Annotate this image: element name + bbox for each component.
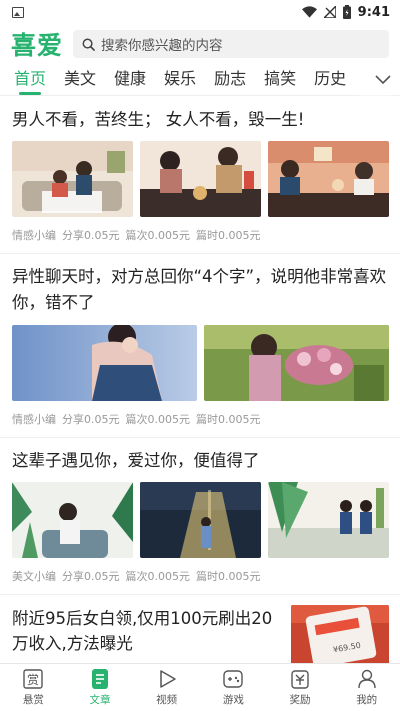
article-images bbox=[12, 141, 389, 217]
article-image-girl-plants bbox=[12, 482, 133, 558]
article-image-girl-blue bbox=[12, 325, 197, 401]
article-image-couple-couch bbox=[12, 141, 133, 217]
meta-author: 美文小编 bbox=[12, 570, 56, 583]
tab-inspiration[interactable]: 励志 bbox=[214, 64, 246, 96]
meta-time-reward: 篇时0.005元 bbox=[196, 229, 261, 242]
meta-author: 情感小编 bbox=[12, 413, 56, 426]
status-time: 9:41 bbox=[357, 4, 390, 20]
nav-label: 文章 bbox=[89, 694, 111, 706]
nav-reward[interactable]: 赏 悬赏 bbox=[0, 664, 67, 711]
bottom-nav: 赏 悬赏 文章 视频 游戏 奖励 我的 bbox=[0, 663, 400, 711]
article-icon bbox=[92, 669, 108, 689]
article-image-night-street bbox=[140, 482, 261, 558]
meta-share-reward: 分享0.05元 bbox=[62, 413, 120, 426]
article-image-flowers bbox=[204, 325, 389, 401]
article-feed: 男人不看，苦终生； 女人不看，毁一生! 情感小编 分享0.05元 篇次0.005… bbox=[0, 97, 400, 663]
meta-time-reward: 篇时0.005元 bbox=[196, 413, 261, 426]
article-image-family-dinner bbox=[268, 141, 389, 217]
play-icon bbox=[159, 670, 176, 688]
article-title: 男人不看，苦终生； 女人不看，毁一生! bbox=[12, 110, 305, 129]
article-card[interactable]: 男人不看，苦终生； 女人不看，毁一生! 情感小编 分享0.05元 篇次0.005… bbox=[0, 97, 400, 254]
user-icon bbox=[357, 669, 376, 689]
chevron-down-icon bbox=[375, 74, 391, 84]
meta-share-reward: 分享0.05元 bbox=[62, 229, 120, 242]
app-header: 喜爱 搜索你感兴趣的内容 bbox=[0, 24, 400, 64]
app-logo: 喜爱 bbox=[11, 31, 64, 60]
category-tabs: 首页 美文 健康 娱乐 励志 搞笑 历史 星 bbox=[0, 64, 400, 96]
article-title: 附近95后女白领,仅用100元刷出20万收入,方法曝光 bbox=[12, 609, 273, 653]
article-image-couple-garden bbox=[268, 482, 389, 558]
svg-text:赏: 赏 bbox=[27, 673, 39, 687]
nav-video[interactable]: 视频 bbox=[133, 664, 200, 711]
article-thumbnail-phone: ¥69.50 bbox=[291, 605, 389, 663]
nav-label: 悬赏 bbox=[22, 694, 44, 706]
article-meta: 情感小编 分享0.05元 篇次0.005元 篇时0.005元 bbox=[12, 217, 389, 253]
gift-icon bbox=[291, 670, 309, 689]
gamepad-icon bbox=[223, 670, 244, 688]
expand-tabs-button[interactable] bbox=[366, 64, 400, 95]
article-meta: 情感小编 分享0.05元 篇次0.005元 篇时0.005元 bbox=[12, 401, 389, 437]
meta-read-reward: 篇次0.005元 bbox=[125, 413, 191, 426]
nav-label: 视频 bbox=[156, 694, 178, 706]
nav-profile[interactable]: 我的 bbox=[333, 664, 400, 711]
status-right: 9:41 bbox=[301, 4, 390, 20]
tab-essays[interactable]: 美文 bbox=[64, 64, 96, 96]
nav-article[interactable]: 文章 bbox=[67, 664, 134, 711]
nav-label: 我的 bbox=[356, 694, 378, 706]
tab-home[interactable]: 首页 bbox=[14, 64, 46, 96]
nav-label: 奖励 bbox=[289, 694, 311, 706]
battery-icon bbox=[342, 5, 351, 19]
meta-share-reward: 分享0.05元 bbox=[62, 570, 120, 583]
nav-label: 游戏 bbox=[222, 694, 244, 706]
wifi-icon bbox=[301, 6, 317, 18]
ad-article-card[interactable]: 附近95后女白领,仅用100元刷出20万收入,方法曝光 ¥69.50 bbox=[0, 595, 400, 663]
meta-author: 情感小编 bbox=[12, 229, 56, 242]
search-icon bbox=[82, 38, 95, 51]
meta-read-reward: 篇次0.005元 bbox=[125, 570, 191, 583]
article-image-couple-eating bbox=[140, 141, 261, 217]
meta-time-reward: 篇时0.005元 bbox=[196, 570, 261, 583]
article-meta: 美文小编 分享0.05元 篇次0.005元 篇时0.005元 bbox=[12, 558, 389, 594]
no-signal-icon bbox=[323, 6, 336, 18]
image-notification-icon bbox=[12, 6, 24, 18]
article-card[interactable]: 这辈子遇见你，爱过你，便值得了 美文小编 分享0.05元 篇次0.005元 篇时… bbox=[0, 438, 400, 595]
article-title: 异性聊天时，对方总回你“4个字”，说明他非常喜欢你，错不了 bbox=[12, 267, 387, 312]
nav-games[interactable]: 游戏 bbox=[200, 664, 267, 711]
article-title: 这辈子遇见你，爱过你，便值得了 bbox=[12, 451, 260, 470]
tab-entertainment[interactable]: 娱乐 bbox=[164, 64, 196, 96]
article-images bbox=[12, 325, 389, 401]
status-bar: 9:41 bbox=[0, 0, 400, 24]
reward-char-icon: 赏 bbox=[23, 669, 44, 689]
tab-history[interactable]: 历史 bbox=[314, 64, 346, 96]
search-bar[interactable]: 搜索你感兴趣的内容 bbox=[73, 30, 389, 58]
nav-bonus[interactable]: 奖励 bbox=[267, 664, 334, 711]
article-card[interactable]: 异性聊天时，对方总回你“4个字”，说明他非常喜欢你，错不了 情感小编 分享0.0… bbox=[0, 254, 400, 438]
tab-funny[interactable]: 搞笑 bbox=[264, 64, 296, 96]
meta-read-reward: 篇次0.005元 bbox=[125, 229, 191, 242]
article-images bbox=[12, 482, 389, 558]
search-placeholder: 搜索你感兴趣的内容 bbox=[101, 38, 223, 54]
tab-health[interactable]: 健康 bbox=[114, 64, 146, 96]
